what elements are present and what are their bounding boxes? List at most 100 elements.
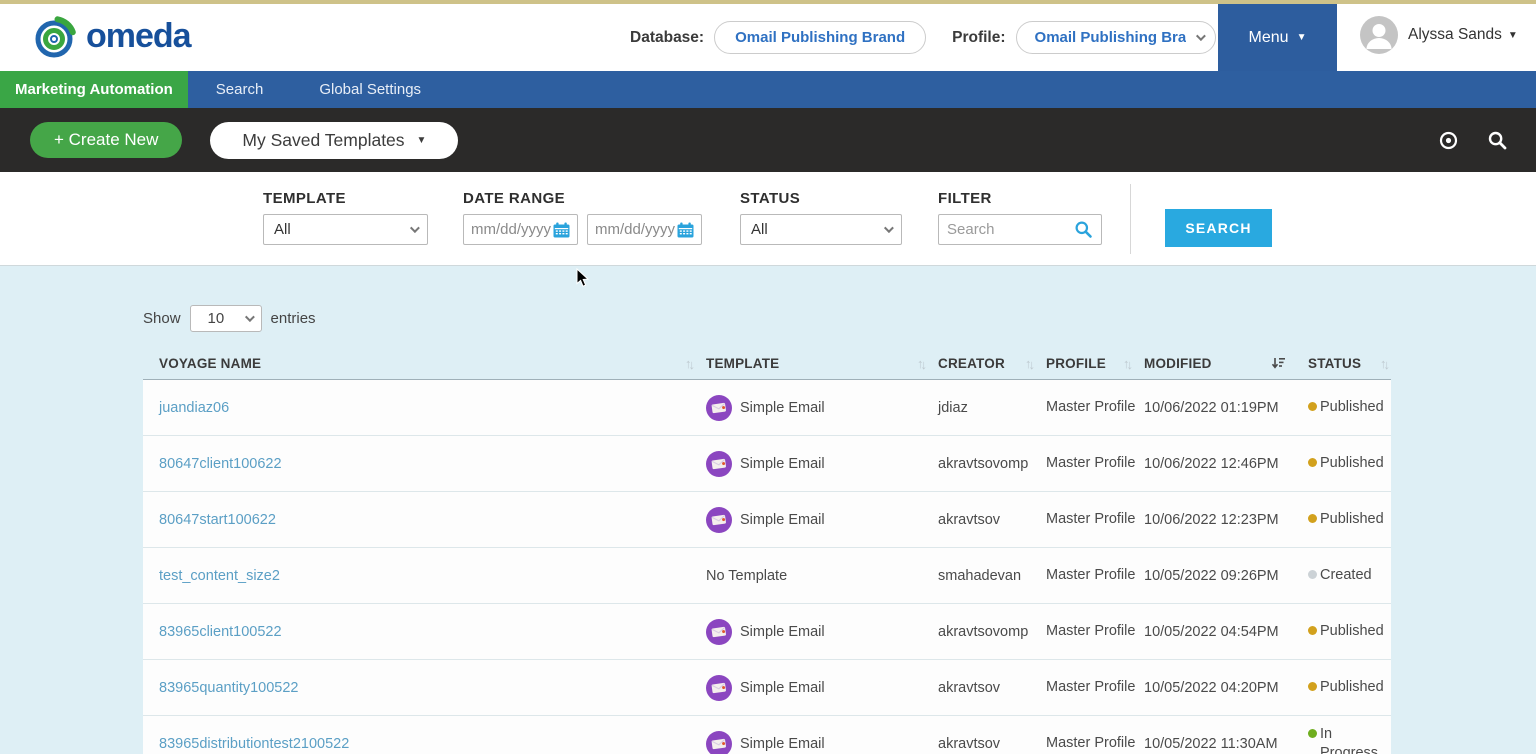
status-filter-label: STATUS [740, 190, 902, 207]
saved-templates-label: My Saved Templates [242, 130, 404, 151]
user-avatar-icon [1360, 16, 1398, 54]
chevron-down-icon [884, 223, 894, 233]
voyage-link[interactable]: 83965client100522 [159, 624, 282, 640]
modified-cell: 10/06/2022 01:19PM [1144, 400, 1300, 416]
voyage-link[interactable]: 83965quantity100522 [159, 680, 299, 696]
nav-tab-search[interactable]: Search [188, 71, 292, 108]
status-dot [1308, 402, 1317, 411]
status-label: Published [1320, 398, 1384, 417]
profile-cell: Master Profile [1046, 454, 1144, 474]
column-header-modified[interactable]: MODIFIED [1144, 356, 1300, 371]
date-range-label: DATE RANGE [463, 190, 702, 207]
template-filter-select[interactable]: All [263, 214, 428, 245]
profile-cell: Master Profile [1046, 734, 1144, 754]
profile-dropdown[interactable]: Omail Publishing Bran [1016, 21, 1216, 54]
status-label: Published [1320, 622, 1384, 641]
end-date-placeholder: mm/dd/yyyy [595, 221, 675, 238]
voyage-link[interactable]: 80647client100622 [159, 456, 282, 472]
sort-arrows-icon[interactable]: ↑↓ [1025, 356, 1032, 371]
table-body: juandiaz06Simple EmailjdiazMaster Profil… [143, 380, 1391, 754]
search-icon[interactable] [1487, 130, 1508, 151]
creator-cell: jdiaz [938, 400, 1046, 416]
user-name: Alyssa Sands [1408, 26, 1502, 44]
voyage-name-cell: 80647client100622 [143, 456, 706, 472]
profile-cell: Master Profile [1046, 398, 1144, 418]
user-menu[interactable]: Alyssa Sands ▼ [1360, 16, 1518, 54]
column-header-profile[interactable]: PROFILE↑↓ [1046, 356, 1144, 371]
status-dot [1308, 682, 1317, 691]
sort-arrows-icon[interactable]: ↑↓ [917, 356, 924, 371]
saved-templates-dropdown[interactable]: My Saved Templates ▼ [210, 122, 458, 159]
status-dot [1308, 458, 1317, 467]
envelope-icon [706, 619, 732, 645]
search-button[interactable]: SEARCH [1165, 209, 1272, 247]
nav-tab-global-settings[interactable]: Global Settings [291, 71, 449, 108]
voyage-link[interactable]: 83965distributiontest2100522 [159, 736, 349, 752]
table-row: 80647start100622Simple EmailakravtsovMas… [143, 492, 1391, 548]
chevron-down-icon: ▼ [1297, 32, 1307, 43]
calendar-icon[interactable] [553, 222, 570, 238]
modified-cell: 10/05/2022 11:30AM [1144, 736, 1300, 752]
chevron-down-icon: ▼ [1508, 30, 1518, 41]
template-label: Simple Email [740, 456, 825, 472]
show-label: Show [143, 310, 181, 327]
page-size-control: Show 10 entries [143, 305, 316, 332]
envelope-icon [706, 507, 732, 533]
profile-cell: Master Profile [1046, 510, 1144, 530]
app-header: omeda Database: Omail Publishing Brand P… [0, 0, 1536, 71]
status-cell: Published [1300, 454, 1391, 473]
voyage-link[interactable]: juandiaz06 [159, 400, 229, 416]
column-header-creator[interactable]: CREATOR ↑↓ [938, 356, 1046, 371]
start-date-input[interactable]: mm/dd/yyyy [463, 214, 578, 245]
envelope-icon [706, 395, 732, 421]
end-date-input[interactable]: mm/dd/yyyy [587, 214, 702, 245]
status-cell: Published [1300, 510, 1391, 529]
target-icon[interactable] [1438, 130, 1459, 151]
envelope-icon [706, 675, 732, 701]
chevron-down-icon: ▼ [417, 135, 427, 146]
sort-desc-icon[interactable] [1271, 357, 1286, 370]
create-new-button[interactable]: + Create New [30, 122, 182, 158]
database-pill[interactable]: Omail Publishing Brand [714, 21, 926, 54]
creator-cell: akravtsovomp [938, 456, 1046, 472]
sort-arrows-icon[interactable]: ↑↓ [685, 356, 692, 371]
magnifier-icon[interactable] [1074, 220, 1093, 239]
column-header-voyage-name[interactable]: VOYAGE NAME ↑↓ [143, 356, 706, 371]
filter-search-input[interactable]: Search [938, 214, 1102, 245]
filter-divider [1130, 184, 1131, 254]
column-header-status[interactable]: STATUS ↑↓ [1300, 356, 1391, 371]
nav-tab-marketing-automation[interactable]: Marketing Automation [0, 71, 188, 108]
template-label: Simple Email [740, 736, 825, 752]
entries-label: entries [271, 310, 316, 327]
status-label: Created [1320, 566, 1372, 585]
menu-label: Menu [1249, 29, 1289, 47]
modified-cell: 10/05/2022 04:54PM [1144, 624, 1300, 640]
sort-arrows-icon[interactable]: ↑↓ [1380, 356, 1387, 371]
column-label: VOYAGE NAME [159, 356, 261, 371]
sort-arrows-icon[interactable]: ↑↓ [1123, 356, 1130, 371]
template-cell: Simple Email [706, 451, 938, 477]
voyage-link[interactable]: test_content_size2 [159, 568, 280, 584]
status-filter-group: STATUS All [740, 190, 902, 245]
column-header-template[interactable]: TEMPLATE↑↓ [706, 356, 938, 371]
column-label: CREATOR [938, 356, 1005, 371]
page-size-select[interactable]: 10 [190, 305, 262, 332]
toolbar-icons [1438, 130, 1508, 151]
envelope-icon [706, 451, 732, 477]
modified-cell: 10/05/2022 04:20PM [1144, 680, 1300, 696]
menu-button[interactable]: Menu ▼ [1218, 4, 1337, 71]
text-filter-group: FILTER Search [938, 190, 1102, 245]
status-filter-select[interactable]: All [740, 214, 902, 245]
column-label: STATUS [1308, 356, 1361, 371]
status-cell: Published [1300, 398, 1391, 417]
status-label: Published [1320, 510, 1384, 529]
profile-group: Profile: Omail Publishing Bran [952, 21, 1215, 54]
voyages-table: VOYAGE NAME↑↓TEMPLATE↑↓CREATOR↑↓PROFILE↑… [143, 347, 1391, 754]
template-filter-value: All [274, 221, 291, 238]
omeda-logo[interactable]: omeda [30, 12, 191, 60]
creator-cell: akravtsovomp [938, 624, 1046, 640]
voyage-link[interactable]: 80647start100622 [159, 512, 276, 528]
calendar-icon[interactable] [677, 222, 694, 238]
profile-cell: Master Profile [1046, 678, 1144, 698]
modified-cell: 10/06/2022 12:46PM [1144, 456, 1300, 472]
